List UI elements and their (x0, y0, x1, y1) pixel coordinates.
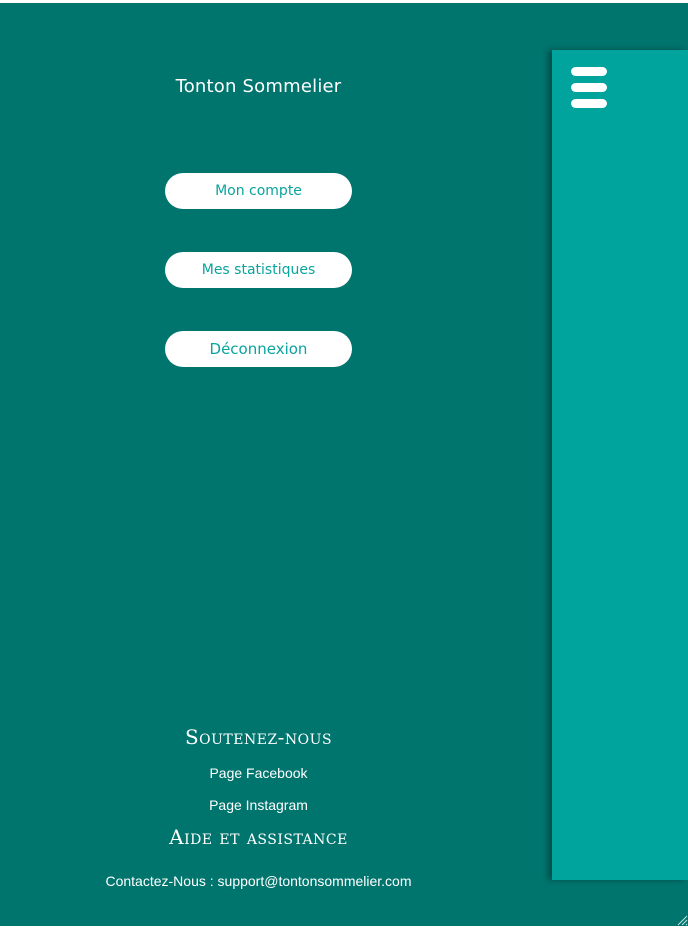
burger-bar (571, 83, 607, 92)
app-title: Tonton Sommelier (175, 76, 342, 97)
my-statistics-button[interactable]: Mes statistiques (165, 252, 352, 288)
contact-email-text[interactable]: Contactez-Nous : support@tontonsommelier… (0, 873, 517, 889)
side-panel (552, 50, 688, 880)
burger-bar (571, 67, 607, 76)
hamburger-menu-icon[interactable] (571, 67, 607, 109)
burger-bar (571, 99, 607, 108)
resize-grip-icon[interactable] (676, 914, 688, 926)
app-viewport: Tonton Sommelier Mon compte Mes statisti… (0, 3, 688, 926)
my-account-button[interactable]: Mon compte (165, 173, 352, 209)
logout-button[interactable]: Déconnexion (165, 331, 352, 367)
facebook-page-link[interactable]: Page Facebook (0, 765, 517, 781)
instagram-page-link[interactable]: Page Instagram (0, 797, 517, 813)
support-heading: Soutenez-nous (184, 725, 333, 749)
help-heading: Aide et assistance (169, 825, 348, 849)
